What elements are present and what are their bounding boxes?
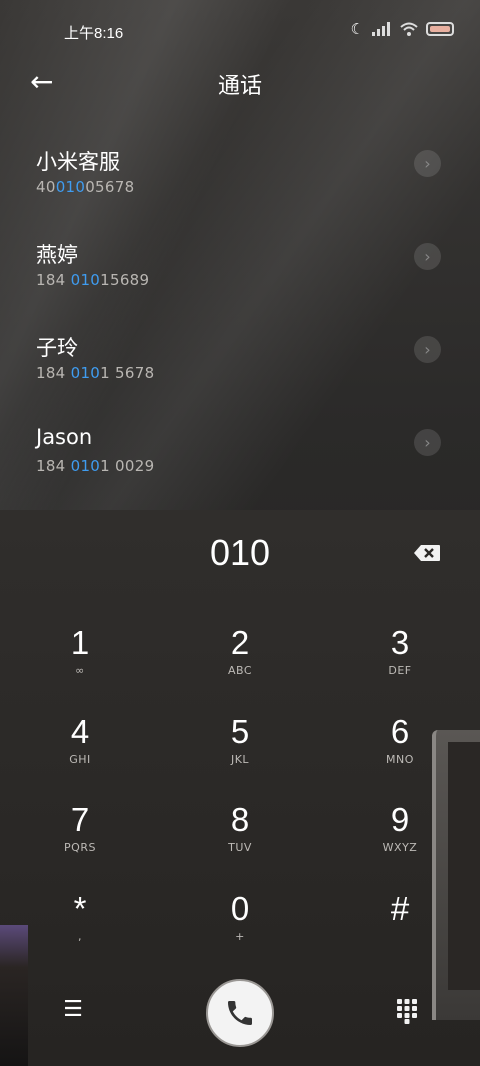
- contact-item[interactable]: 小米客服 4001005678 ›: [0, 146, 480, 226]
- wifi-icon: [400, 22, 418, 36]
- page-title: 通话: [217, 74, 262, 99]
- voicemail-icon: ∞: [75, 664, 85, 677]
- contact-number: 184 01015689: [36, 271, 150, 289]
- call-button[interactable]: [206, 979, 274, 1047]
- key-0[interactable]: 0 +: [180, 890, 300, 970]
- contact-number: 4001005678: [36, 178, 135, 196]
- battery-icon: [426, 22, 454, 36]
- key-5[interactable]: 5 JKL: [180, 713, 300, 793]
- key-6[interactable]: 6 MNO: [340, 713, 460, 793]
- menu-icon[interactable]: ☰: [60, 998, 86, 1022]
- key-1[interactable]: 1 ∞: [20, 624, 140, 704]
- contact-item[interactable]: 子玲 184 0101 5678 ›: [0, 332, 480, 412]
- key-2[interactable]: 2 ABC: [180, 624, 300, 704]
- signal-icon: [372, 22, 390, 36]
- key-hash[interactable]: #: [340, 890, 460, 970]
- status-time: 上午8:16: [64, 25, 124, 42]
- moon-icon: ☾: [350, 20, 364, 38]
- dialed-number: 010: [209, 532, 271, 573]
- contact-name: 小米客服: [36, 150, 120, 174]
- chevron-right-icon[interactable]: ›: [414, 243, 441, 270]
- dialpad-icon[interactable]: [396, 998, 418, 1024]
- key-9[interactable]: 9 WXYZ: [340, 801, 460, 881]
- chevron-right-icon[interactable]: ›: [414, 336, 441, 363]
- contact-item[interactable]: Jason 184 0101 0029 ›: [0, 425, 480, 505]
- status-bar: 上午8:16 ☾: [0, 0, 480, 62]
- key-4[interactable]: 4 GHI: [20, 713, 140, 793]
- contact-name: 子玲: [36, 336, 78, 360]
- key-7[interactable]: 7 PQRS: [20, 801, 140, 881]
- key-star[interactable]: * ,: [20, 890, 140, 970]
- key-3[interactable]: 3 DEF: [340, 624, 460, 704]
- contact-item[interactable]: 燕婷 184 01015689 ›: [0, 239, 480, 319]
- contact-number: 184 0101 5678: [36, 364, 155, 382]
- contact-number: 184 0101 0029: [36, 457, 155, 475]
- chevron-right-icon[interactable]: ›: [414, 429, 441, 456]
- status-icons: ☾: [351, 20, 454, 38]
- phone-icon: [228, 1001, 252, 1025]
- contact-name: 燕婷: [36, 243, 78, 267]
- header: ← 通话: [0, 62, 480, 106]
- backspace-icon[interactable]: [413, 544, 441, 562]
- chevron-right-icon[interactable]: ›: [414, 150, 441, 177]
- contact-name: Jason: [36, 425, 93, 449]
- key-8[interactable]: 8 TUV: [180, 801, 300, 881]
